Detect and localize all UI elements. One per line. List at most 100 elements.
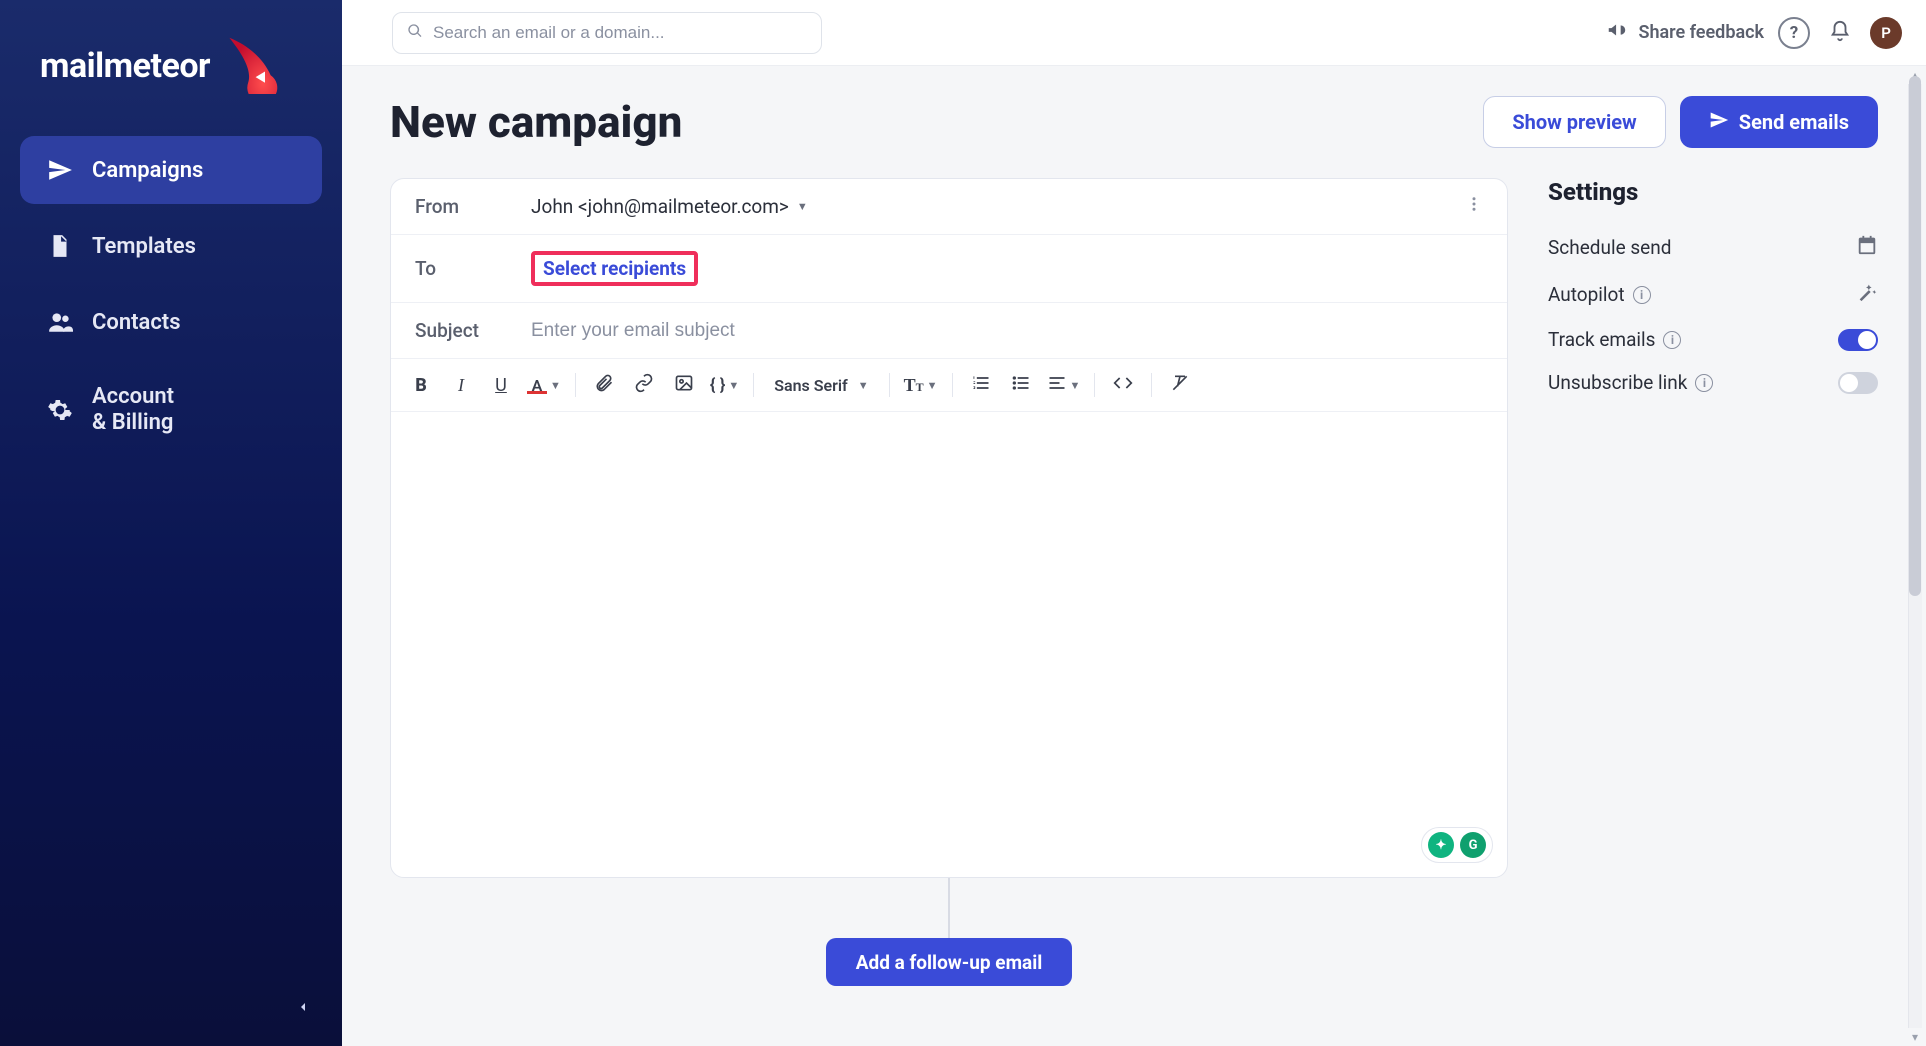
scrollbar[interactable]: ▴ ▾	[1906, 66, 1924, 1046]
chevron-down-icon: ▼	[728, 379, 739, 392]
font-family-dropdown[interactable]: Sans Serif ▼	[764, 376, 878, 395]
button-label: Show preview	[1512, 110, 1636, 134]
italic-button[interactable]: I	[443, 367, 479, 403]
show-preview-button[interactable]: Show preview	[1483, 96, 1665, 148]
setting-track-emails: Track emails i	[1548, 318, 1878, 361]
font-family-label: Sans Serif	[774, 376, 847, 395]
to-row: To Select recipients	[391, 235, 1507, 303]
setting-autopilot[interactable]: Autopilot i	[1548, 271, 1878, 318]
underline-button[interactable]: U	[483, 367, 519, 403]
attach-button[interactable]	[586, 367, 622, 403]
content: New campaign Show preview Send emails Fr…	[342, 66, 1926, 1046]
scroll-thumb[interactable]	[1909, 76, 1921, 596]
clear-format-icon	[1170, 373, 1190, 397]
setting-unsubscribe-link: Unsubscribe link i	[1548, 361, 1878, 404]
search-box[interactable]	[392, 12, 822, 54]
add-follow-up-button[interactable]: Add a follow-up email	[826, 938, 1073, 986]
help-button[interactable]: ?	[1778, 17, 1810, 49]
settings-panel: Settings Schedule send Autopilot i	[1548, 178, 1878, 404]
logo-meteor-icon	[220, 34, 280, 98]
sidebar-item-campaigns[interactable]: Campaigns	[20, 136, 322, 204]
clear-format-button[interactable]	[1162, 367, 1198, 403]
notifications-button[interactable]	[1824, 17, 1856, 49]
unsubscribe-toggle[interactable]	[1838, 372, 1878, 394]
select-recipients-label: Select recipients	[543, 257, 686, 280]
chevron-down-icon: ▼	[1070, 379, 1081, 392]
composer-card: From John <john@mailmeteor.com> ▼ To	[390, 178, 1508, 878]
send-icon	[46, 156, 74, 184]
font-size-dropdown[interactable]: TT ▼	[900, 375, 942, 396]
sidebar-item-contacts[interactable]: Contacts	[20, 288, 322, 356]
page-header: New campaign Show preview Send emails	[390, 96, 1878, 148]
select-recipients-button[interactable]: Select recipients	[543, 257, 686, 280]
chevron-left-icon	[295, 999, 311, 1019]
chevron-down-icon: ▼	[797, 200, 808, 213]
link-icon	[634, 373, 654, 397]
subject-row: Subject	[391, 303, 1507, 359]
nav-list: Campaigns Templates Contacts Account & B…	[20, 136, 322, 457]
text-color-button[interactable]: A ▼	[523, 376, 565, 394]
header-actions: Show preview Send emails	[1483, 96, 1878, 148]
editor-body[interactable]: ✦ G	[391, 412, 1507, 877]
bold-button[interactable]: B	[403, 367, 439, 403]
bullet-list-button[interactable]	[1003, 367, 1039, 403]
calendar-icon	[1856, 234, 1878, 261]
connector-line	[948, 878, 950, 938]
search-icon	[407, 23, 423, 43]
sidebar: mailmeteor Campaigns Templates Contacts	[0, 0, 342, 1046]
dots-vertical-icon	[1465, 195, 1483, 218]
to-label: To	[415, 257, 501, 280]
code-button[interactable]	[1105, 367, 1141, 403]
gear-icon	[46, 396, 74, 424]
info-icon: i	[1695, 374, 1713, 392]
grammarly-badge-icon[interactable]: G	[1460, 832, 1486, 858]
sidebar-item-label: Campaigns	[92, 158, 203, 183]
track-emails-toggle[interactable]	[1838, 329, 1878, 351]
search-input[interactable]	[433, 23, 807, 43]
select-recipients-highlight: Select recipients	[531, 251, 698, 286]
hint-badge-icon[interactable]: ✦	[1428, 832, 1454, 858]
send-emails-button[interactable]: Send emails	[1680, 96, 1878, 148]
italic-icon: I	[458, 375, 464, 396]
sidebar-collapse-button[interactable]	[286, 992, 320, 1026]
page-title: New campaign	[390, 96, 682, 148]
megaphone-icon	[1606, 19, 1628, 46]
scroll-down-icon: ▾	[1912, 1028, 1918, 1046]
toolbar-separator	[1151, 373, 1152, 397]
bullet-list-icon	[1011, 373, 1031, 397]
code-icon	[1113, 373, 1133, 397]
bell-icon	[1829, 20, 1851, 46]
toolbar-separator	[753, 373, 754, 397]
image-button[interactable]	[666, 367, 702, 403]
align-dropdown[interactable]: ▼	[1043, 373, 1085, 397]
image-icon	[674, 373, 694, 397]
from-row-menu-button[interactable]	[1465, 195, 1483, 218]
subject-input[interactable]	[531, 320, 1483, 342]
ordered-list-icon	[971, 373, 991, 397]
align-icon	[1047, 373, 1067, 397]
chevron-down-icon: ▼	[550, 379, 561, 392]
setting-schedule-send[interactable]: Schedule send	[1548, 224, 1878, 271]
chevron-down-icon: ▼	[927, 379, 938, 392]
share-feedback-button[interactable]: Share feedback	[1606, 19, 1764, 46]
ordered-list-button[interactable]	[963, 367, 999, 403]
from-value-dropdown[interactable]: John <john@mailmeteor.com> ▼	[531, 195, 808, 218]
from-value-text: John <john@mailmeteor.com>	[531, 195, 789, 218]
send-icon	[1709, 110, 1729, 135]
button-label: Send emails	[1739, 110, 1849, 134]
sidebar-item-label: Account & Billing	[92, 384, 174, 437]
avatar[interactable]: P	[1870, 17, 1902, 49]
editor-toolbar: B I U A ▼	[391, 359, 1507, 412]
sidebar-item-templates[interactable]: Templates	[20, 212, 322, 280]
setting-label: Autopilot	[1548, 283, 1625, 306]
assistant-badges: ✦ G	[1421, 827, 1493, 863]
logo[interactable]: mailmeteor	[20, 24, 322, 128]
link-button[interactable]	[626, 367, 662, 403]
setting-label: Track emails	[1548, 328, 1655, 351]
sidebar-item-label: Templates	[92, 234, 196, 259]
topbar: Share feedback ? P	[342, 0, 1926, 66]
sidebar-item-account-billing[interactable]: Account & Billing	[20, 364, 322, 457]
from-row: From John <john@mailmeteor.com> ▼	[391, 179, 1507, 235]
underline-icon: U	[495, 375, 507, 396]
variable-button[interactable]: { } ▼	[706, 375, 743, 395]
